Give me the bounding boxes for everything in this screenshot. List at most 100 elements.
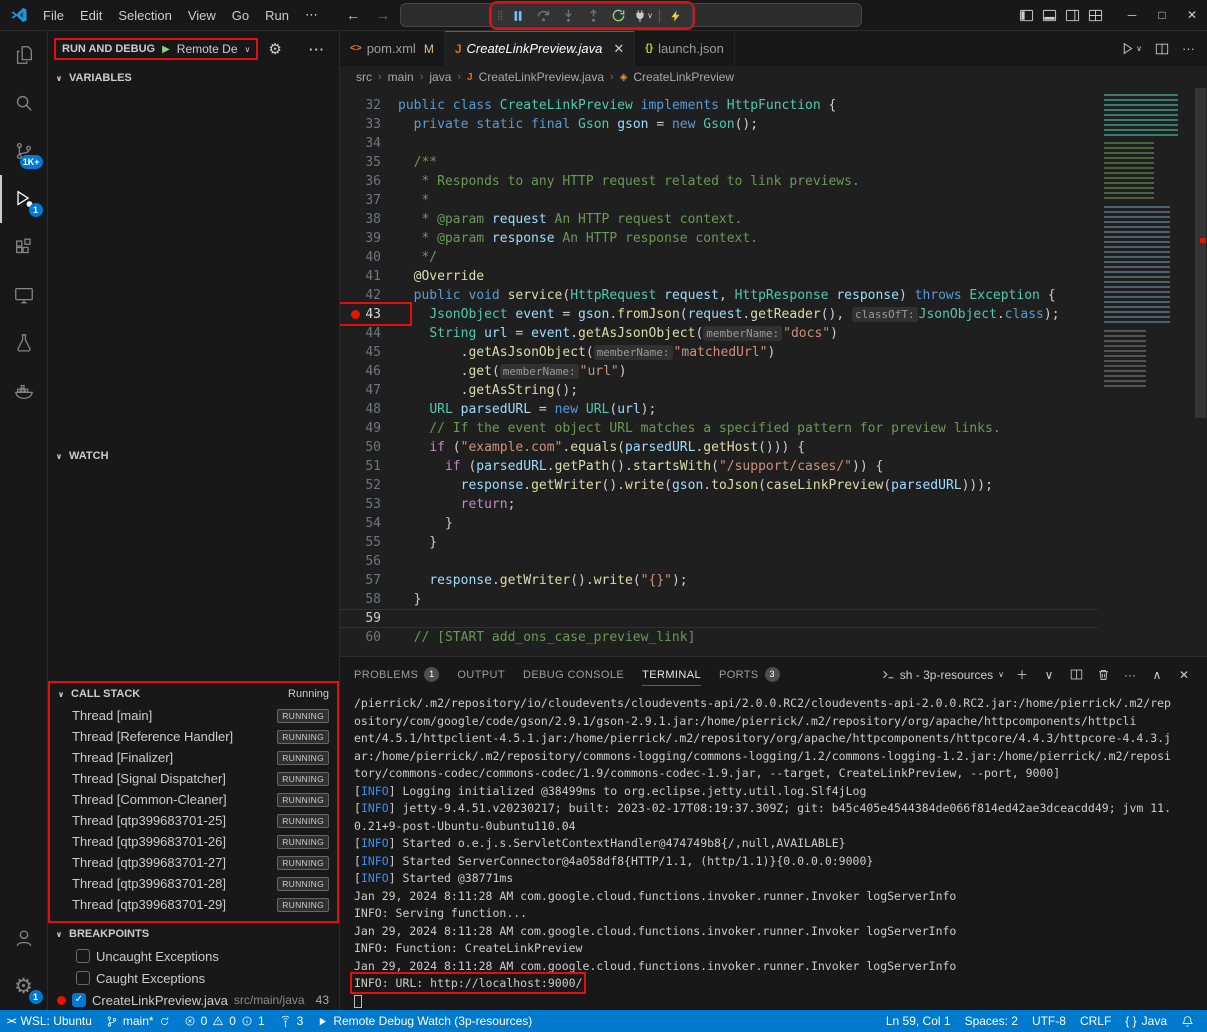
maximize-panel-icon[interactable]: ∧ [1148,668,1166,682]
editor-gutter[interactable]: 51 [340,457,398,476]
step-out-button[interactable] [581,4,606,28]
breadcrumb-main[interactable]: main [388,70,414,84]
breadcrumb-java[interactable]: java [429,70,451,84]
activity-accounts[interactable] [0,914,48,962]
breakpoint-item[interactable]: ✓CreateLinkPreview.javasrc/main/java43 [48,989,339,1010]
close-button[interactable]: ✕ [1177,0,1207,30]
code-line[interactable]: 37 * [340,191,1098,210]
editor-gutter[interactable]: 37 [340,191,398,210]
toggle-sidebar-icon[interactable] [1019,8,1034,23]
menu-item[interactable]: File [35,8,72,23]
code-line[interactable]: 41 @Override [340,267,1098,286]
code-line[interactable]: 54 } [340,514,1098,533]
editor-gutter[interactable]: 56 [340,552,398,571]
call-stack-header[interactable]: ∨CALL STACKRunning [50,683,337,705]
code-line[interactable]: 51 if (parsedURL.getPath().startsWith("/… [340,457,1098,476]
call-stack-thread[interactable]: Thread [Common-Cleaner]RUNNING [50,789,337,810]
activity-run-and-debug[interactable]: 1 [0,175,48,223]
call-stack-thread[interactable]: Thread [Reference Handler]RUNNING [50,726,337,747]
code-line[interactable]: 52 response.getWriter().write(gson.toJso… [340,476,1098,495]
step-into-button[interactable] [556,4,581,28]
code-line[interactable]: 45 .getAsJsonObject(memberName:"matchedU… [340,343,1098,362]
code-line[interactable]: 47 .getAsString(); [340,381,1098,400]
code-area[interactable]: 32public class CreateLinkPreview impleme… [340,88,1098,656]
tab-createlinkpreview-java[interactable]: J CreateLinkPreview.java ✕ [445,31,635,66]
code-line[interactable]: 42 public void service(HttpRequest reque… [340,286,1098,305]
activity-search[interactable] [0,79,48,127]
panel-tab-debug-console[interactable]: DEBUG CONSOLE [523,657,624,692]
scrollbar-thumb[interactable] [1195,88,1206,418]
hot-code-replace-button[interactable] [663,4,688,28]
editor-more-icon[interactable]: ··· [1182,41,1195,56]
editor-scrollbar[interactable] [1194,88,1207,656]
editor-gutter[interactable]: 60 [340,628,398,647]
code-line[interactable]: 53 return; [340,495,1098,514]
code-line[interactable]: 59 [340,609,1098,628]
editor-gutter[interactable]: 34 [340,134,398,153]
menu-item[interactable]: Selection [110,8,179,23]
breakpoints-header[interactable]: ∨BREAKPOINTS [48,923,339,945]
code-line[interactable]: 46 .get(memberName:"url") [340,362,1098,381]
call-stack-thread[interactable]: Thread [qtp399683701-29]RUNNING [50,894,337,915]
kill-terminal-icon[interactable] [1094,668,1112,681]
code-line[interactable]: 55 } [340,533,1098,552]
activity-containers[interactable] [0,367,48,415]
call-stack-thread[interactable]: Thread [main]RUNNING [50,705,337,726]
call-stack-thread[interactable]: Thread [qtp399683701-25]RUNNING [50,810,337,831]
editor-gutter[interactable]: 48 [340,400,398,419]
close-tab-icon[interactable]: ✕ [613,41,624,57]
code-line[interactable]: 32public class CreateLinkPreview impleme… [340,96,1098,115]
disconnect-button[interactable]: ∨ [631,4,656,28]
code-line[interactable]: 35 /** [340,153,1098,172]
code-line[interactable]: 58 } [340,590,1098,609]
panel-tab-output[interactable]: OUTPUT [457,657,505,692]
language-mode-item[interactable]: { }Java [1118,1010,1174,1032]
terminal-profile-dropdown-icon[interactable]: ∨ [1040,668,1058,682]
breakpoint-item[interactable]: Caught Exceptions [48,967,339,989]
cursor-position-item[interactable]: Ln 59, Col 1 [879,1010,958,1032]
breakpoint-checkbox[interactable] [76,949,90,963]
debug-session-item[interactable]: Remote Debug Watch (3p-resources) [310,1010,539,1032]
editor-gutter[interactable]: 52 [340,476,398,495]
editor-gutter[interactable]: 38 [340,210,398,229]
remote-indicator[interactable]: ><WSL: Ubuntu [0,1010,99,1032]
editor-gutter[interactable]: 59 [340,609,398,628]
menu-item[interactable]: Edit [72,8,110,23]
code-line[interactable]: 33 private static final Gson gson = new … [340,115,1098,134]
forwarded-ports-item[interactable]: 3 [272,1010,311,1032]
terminal-output[interactable]: /pierrick/.m2/repository/io/cloudevents/… [340,692,1207,1010]
menu-item[interactable]: Run [257,8,297,23]
problems-indicator[interactable]: 0 0 1 [177,1010,272,1032]
breakpoint-checkbox[interactable] [76,971,90,985]
activity-testing[interactable] [0,319,48,367]
drag-grip-icon[interactable]: ⣿ [496,10,506,21]
activity-extensions[interactable] [0,223,48,271]
editor-gutter[interactable]: 35 [340,153,398,172]
terminal-instance-select[interactable]: sh - 3p-resources ∨ [882,668,1004,682]
panel-more-icon[interactable]: ··· [1121,668,1139,682]
call-stack-thread[interactable]: Thread [qtp399683701-28]RUNNING [50,873,337,894]
split-terminal-icon[interactable] [1067,668,1085,681]
toggle-secondary-sidebar-icon[interactable] [1065,8,1080,23]
split-editor-icon[interactable] [1155,42,1169,56]
editor-gutter[interactable]: 33 [340,115,398,134]
watch-header[interactable]: ∨WATCH [48,445,339,467]
customize-layout-icon[interactable] [1088,8,1103,23]
code-line[interactable]: 34 [340,134,1098,153]
indentation-item[interactable]: Spaces: 2 [958,1010,1025,1032]
panel-tab-ports[interactable]: PORTS3 [719,657,780,692]
call-stack-thread[interactable]: Thread [qtp399683701-26]RUNNING [50,831,337,852]
close-panel-icon[interactable]: ✕ [1175,668,1193,682]
editor-gutter[interactable]: 55 [340,533,398,552]
breadcrumb-src[interactable]: src [356,70,372,84]
call-stack-thread[interactable]: Thread [Finalizer]RUNNING [50,747,337,768]
panel-tab-terminal[interactable]: TERMINAL [642,657,701,692]
editor-gutter[interactable]: 32 [340,96,398,115]
encoding-item[interactable]: UTF-8 [1025,1010,1073,1032]
run-java-button[interactable]: ∨ [1121,42,1142,55]
code-line[interactable]: 40 */ [340,248,1098,267]
breadcrumb-file[interactable]: CreateLinkPreview.java [479,70,604,84]
views-more-icon[interactable]: ··· [309,42,333,57]
forward-arrow-icon[interactable]: → [376,7,390,23]
step-over-button[interactable] [531,4,556,28]
